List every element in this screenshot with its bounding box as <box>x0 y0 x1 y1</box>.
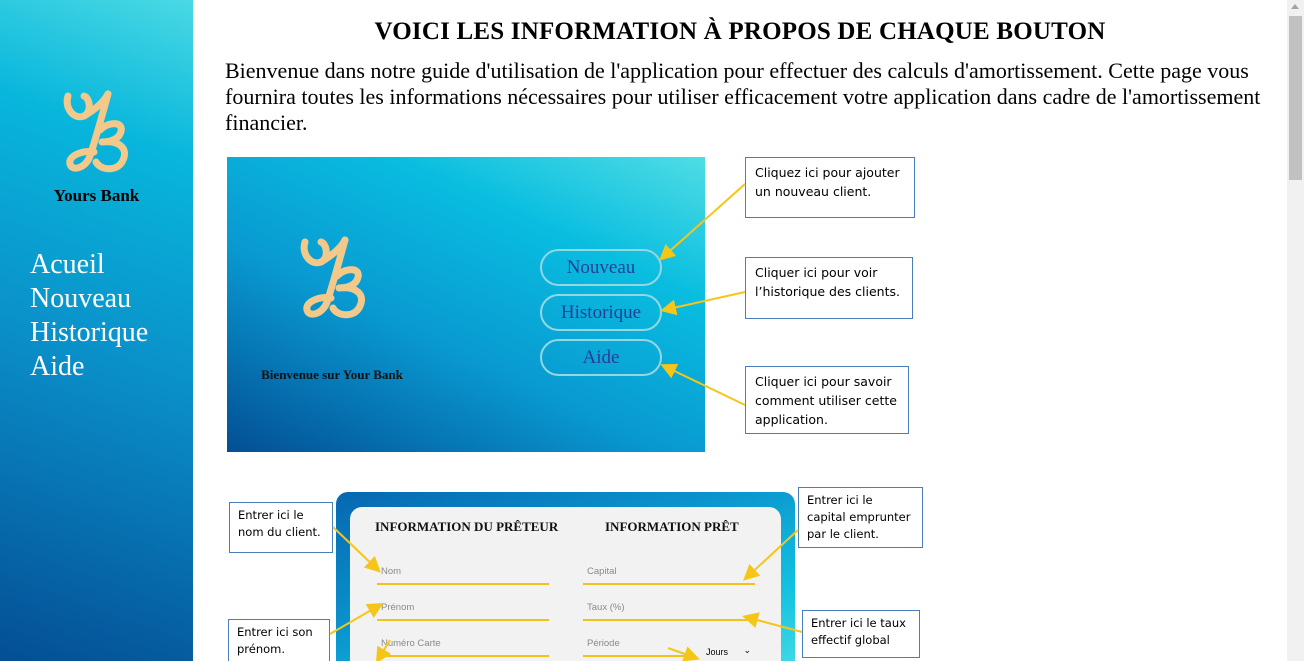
sidebar-nav: Acueil Nouveau Historique Aide <box>30 248 148 384</box>
nouveau-button-image: Nouveau <box>540 249 662 286</box>
brand-name: Yours Bank <box>53 186 140 205</box>
form-card: INFORMATION DU PRÊTEUR INFORMATION PRÊT … <box>350 507 781 661</box>
nom-field-label: Nom <box>381 566 402 577</box>
sidebar: Yours Bank Acueil Nouveau Historique Aid… <box>0 0 193 661</box>
capital-field-label: Capital <box>587 566 617 577</box>
scrollbar-thumb[interactable] <box>1289 16 1302 180</box>
numero-carte-field-label: Numéro Carte <box>381 638 441 649</box>
periode-field-label: Période <box>587 638 620 649</box>
intro-paragraph: Bienvenue dans notre guide d'utilisation… <box>225 58 1261 135</box>
sidebar-item-nouveau[interactable]: Nouveau <box>30 282 148 316</box>
chevron-down-icon: ⌄ <box>743 645 751 655</box>
sidebar-item-historique[interactable]: Historique <box>30 316 148 350</box>
taux-field-label: Taux (%) <box>587 602 625 613</box>
period-unit-select: Jours ⌄ <box>701 645 753 661</box>
capital-field-underline <box>583 583 755 585</box>
page-title: VOICI LES INFORMATION À PROPOS DE CHAQUE… <box>374 18 1106 45</box>
periode-field-underline <box>583 655 691 657</box>
period-unit-value: Jours <box>706 647 729 657</box>
welcome-text: Bienvenue sur Your Bank <box>261 367 403 382</box>
lender-info-heading: INFORMATION DU PRÊTEUR <box>375 519 559 534</box>
prenom-field-underline <box>377 619 549 621</box>
callout-prenom: Entrer ici son prénom. <box>228 619 330 661</box>
callout-nom: Entrer ici le nom du client. <box>229 502 333 553</box>
vertical-scrollbar[interactable] <box>1287 0 1304 661</box>
numero-carte-field-underline <box>377 655 549 657</box>
form-screenshot: INFORMATION DU PRÊTEUR INFORMATION PRÊT … <box>336 492 795 661</box>
taux-field-underline <box>583 619 755 621</box>
sidebar-item-acueil[interactable]: Acueil <box>30 248 148 282</box>
callout-historique: Cliquer ici pour voir l’historique des c… <box>745 257 913 319</box>
loan-info-heading: INFORMATION PRÊT <box>605 519 739 534</box>
nom-field-underline <box>377 583 549 585</box>
sidebar-item-aide[interactable]: Aide <box>30 350 148 384</box>
yb-logo-icon <box>300 236 365 319</box>
callout-taux: Entrer ici le taux effectif global <box>802 610 920 658</box>
yb-logo-icon <box>63 90 128 173</box>
scroll-up-arrow-icon[interactable] <box>1291 4 1299 9</box>
callout-aide: Cliquer ici pour savoir comment utiliser… <box>745 366 909 434</box>
callout-capital: Entrer ici le capital emprunter par le c… <box>798 487 923 548</box>
prenom-field-label: Prénom <box>381 602 415 613</box>
historique-button-image: Historique <box>540 294 662 331</box>
home-screenshot: Bienvenue sur Your Bank Nouveau Historiq… <box>227 157 705 452</box>
callout-nouveau: Cliquez ici pour ajouter un nouveau clie… <box>745 157 915 218</box>
aide-button-image: Aide <box>540 339 662 376</box>
